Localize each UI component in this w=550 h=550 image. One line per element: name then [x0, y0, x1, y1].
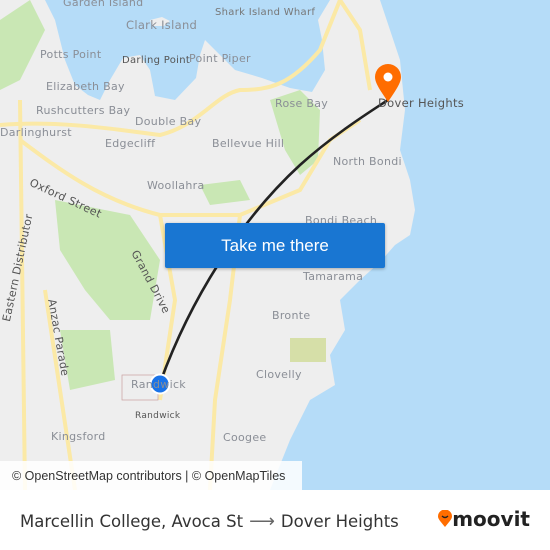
map-label: North Bondi — [333, 155, 402, 168]
moovit-pin-icon — [438, 510, 453, 527]
map-label: Clark Island — [126, 18, 198, 32]
map-label: Bronte — [272, 309, 311, 322]
map-label: Rose Bay — [275, 97, 329, 110]
map-label: Garden Island — [63, 0, 144, 9]
map-label: Potts Point — [40, 48, 102, 61]
arrow-right-icon: ⟶ — [249, 511, 275, 532]
route-summary: Marcellin College, Avoca St ⟶ Dover Heig… — [20, 511, 399, 532]
take-me-there-button[interactable]: Take me there — [165, 223, 385, 268]
map-label: Woollahra — [147, 179, 205, 192]
map-label: Clovelly — [256, 368, 302, 381]
map-label: Darlinghurst — [0, 126, 72, 139]
map-label: Randwick — [131, 378, 186, 391]
park — [200, 180, 250, 205]
map[interactable]: Garden Island Clark Island Shark Island … — [0, 0, 550, 490]
map-label: Shark Island Wharf — [215, 7, 316, 18]
map-label: Tamarama — [303, 270, 364, 283]
map-label: Coogee — [223, 431, 267, 444]
map-label: Edgecliff — [105, 137, 156, 150]
moovit-logo[interactable]: moovit — [438, 507, 530, 531]
map-label: Point Piper — [189, 52, 251, 65]
origin-name: Marcellin College, Avoca St — [20, 512, 244, 531]
map-label: Randwick — [135, 411, 181, 421]
map-label: Rushcutters Bay — [36, 104, 131, 117]
park — [0, 0, 45, 90]
moovit-wordmark: moovit — [452, 507, 530, 531]
destination-label: Dover Heights — [378, 96, 465, 110]
map-label: Kingsford — [51, 430, 106, 443]
destination-name: Dover Heights — [280, 512, 399, 531]
map-label: Darling Point — [122, 55, 191, 66]
map-label: Double Bay — [135, 115, 202, 128]
map-label: Elizabeth Bay — [46, 80, 125, 93]
park — [290, 338, 326, 362]
map-attribution[interactable]: © OpenStreetMap contributors | © OpenMap… — [0, 461, 302, 490]
map-label: Bellevue Hill — [212, 137, 285, 150]
